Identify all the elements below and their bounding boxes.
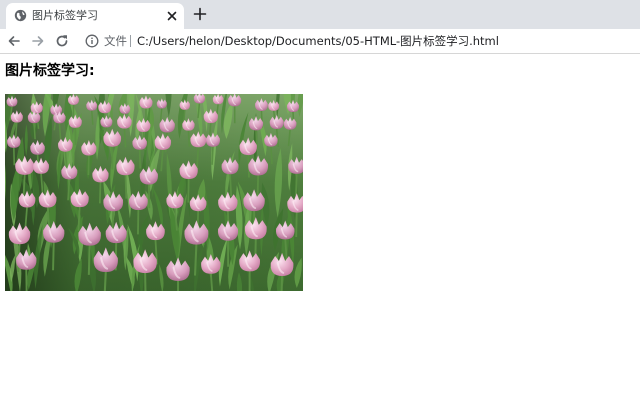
stem-shape <box>193 243 198 276</box>
stem-shape <box>147 184 151 209</box>
page-content: 图片标签学习: <box>0 54 640 396</box>
stem-shape <box>295 173 298 196</box>
url-text[interactable]: C:/Users/helon/Desktop/Documents/05-HTML… <box>137 33 499 49</box>
page-heading: 图片标签学习: <box>5 63 95 79</box>
tab-active[interactable]: 图片标签学习 <box>6 3 184 29</box>
stem-shape <box>144 272 147 291</box>
stem-shape <box>295 212 298 238</box>
browser-window: 图片标签学习 文件 C:/Users/helon/Desktop/Documen… <box>0 0 640 396</box>
arrow-left-icon[interactable] <box>6 33 22 49</box>
address-bar[interactable]: 文件 C:/Users/helon/Desktop/Documents/05-H… <box>80 30 636 52</box>
toolbar: 文件 C:/Users/helon/Desktop/Documents/05-H… <box>0 29 640 54</box>
globe-icon <box>14 9 27 22</box>
stem-shape <box>138 149 142 169</box>
tulip-image <box>5 94 303 291</box>
stem-shape <box>229 173 233 197</box>
stem-shape <box>280 275 284 291</box>
tab-strip: 图片标签学习 <box>0 0 640 29</box>
stem-shape <box>52 242 55 271</box>
tab-title: 图片标签学习 <box>32 9 98 22</box>
stem-shape <box>211 146 214 165</box>
info-icon[interactable] <box>85 34 99 48</box>
scheme-label: 文件 <box>104 34 127 48</box>
stem-shape <box>270 146 273 165</box>
stem-shape <box>98 181 102 204</box>
reload-icon[interactable] <box>54 33 70 49</box>
arrow-right-icon[interactable] <box>30 33 46 49</box>
plus-icon[interactable] <box>193 7 207 21</box>
stem-shape <box>187 130 191 147</box>
close-icon[interactable] <box>166 10 178 22</box>
stem-shape <box>124 174 128 199</box>
omnibox-divider <box>130 35 131 47</box>
stem-shape <box>123 128 127 148</box>
stem-shape <box>33 122 36 140</box>
stem-shape <box>77 206 81 231</box>
stem-shape <box>87 244 91 275</box>
